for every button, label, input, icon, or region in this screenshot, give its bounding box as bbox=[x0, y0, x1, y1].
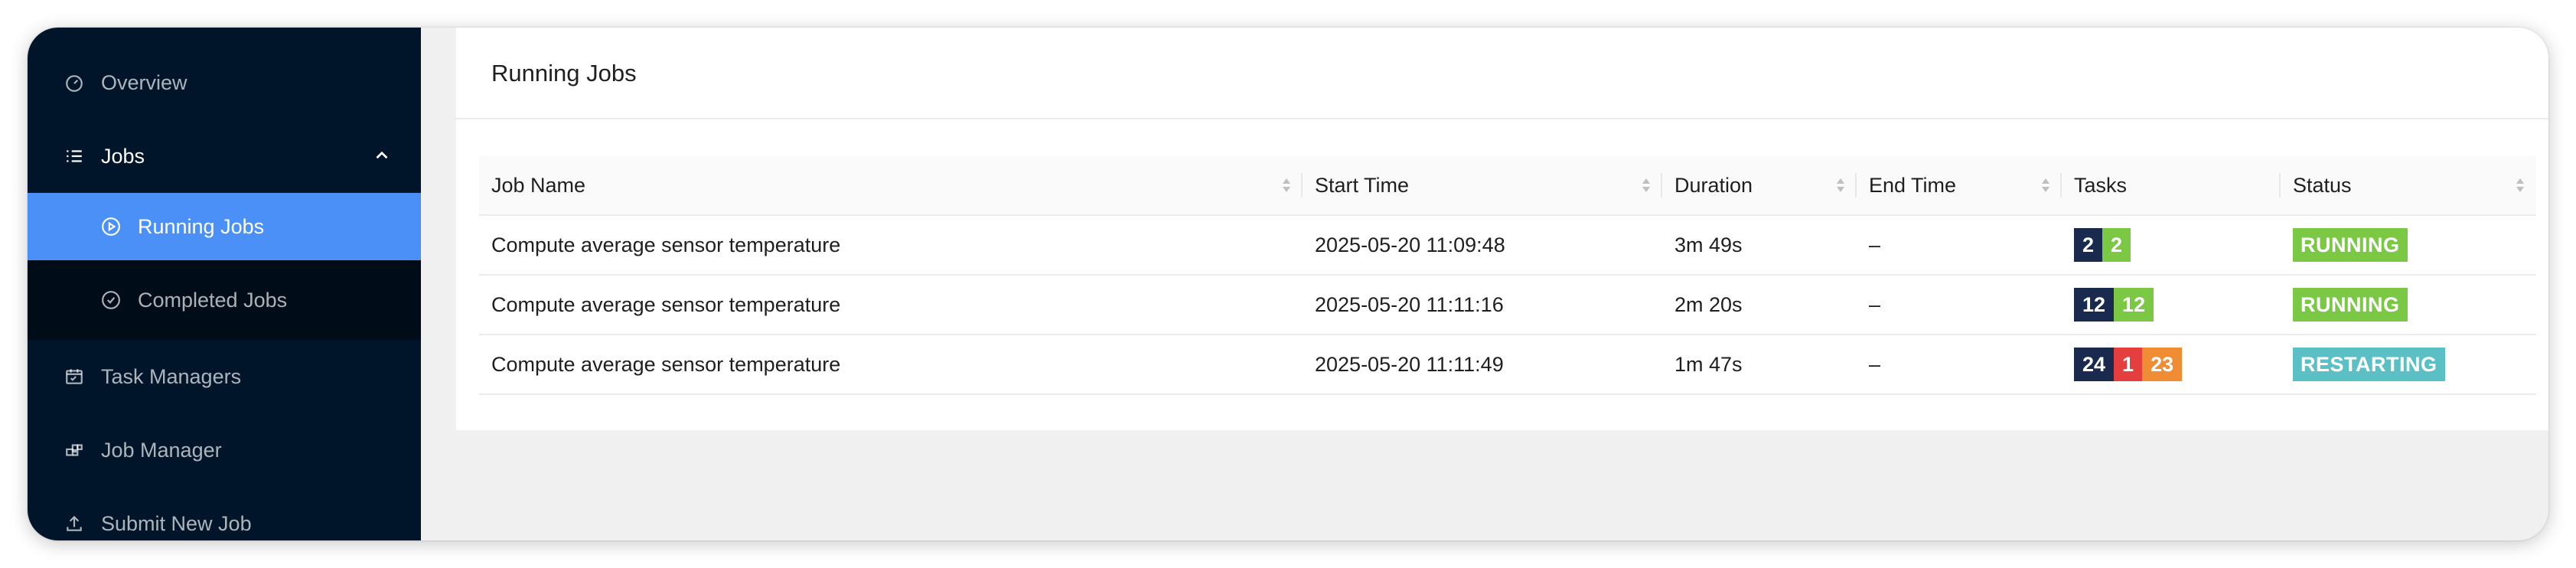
running-jobs-card: Running Jobs Job Name Start Time Duratio… bbox=[456, 28, 2548, 430]
cluster-icon bbox=[63, 439, 86, 462]
column-header-start-time[interactable]: Start Time bbox=[1303, 156, 1662, 216]
sidebar-item-label: Job Manager bbox=[101, 438, 222, 462]
task-count-badge: 12 bbox=[2114, 288, 2154, 322]
table-header-row: Job Name Start Time Duration End Time Ta… bbox=[479, 156, 2536, 216]
tasks-cell: 24 1 23 bbox=[2062, 335, 2281, 395]
sidebar-item-submit-new-job[interactable]: Submit New Job bbox=[28, 487, 421, 540]
end-time-cell: – bbox=[1857, 215, 2062, 276]
divider bbox=[456, 118, 2548, 119]
table-row[interactable]: Compute average sensor temperature 2025-… bbox=[479, 275, 2536, 335]
column-header-tasks: Tasks bbox=[2062, 156, 2281, 216]
schedule-icon bbox=[63, 365, 86, 388]
main-content: Running Jobs Job Name Start Time Duratio… bbox=[421, 28, 2548, 540]
sidebar-item-label: Task Managers bbox=[101, 364, 242, 388]
table-row[interactable]: Compute average sensor temperature 2025-… bbox=[479, 215, 2536, 276]
check-circle-icon bbox=[99, 289, 122, 312]
status-cell: RUNNING bbox=[2281, 215, 2536, 276]
tasks-cell: 2 2 bbox=[2062, 215, 2281, 276]
sidebar-item-label: Overview bbox=[101, 70, 187, 94]
job-name-cell: Compute average sensor temperature bbox=[479, 275, 1303, 335]
column-header-end-time[interactable]: End Time bbox=[1857, 156, 2062, 216]
list-icon bbox=[63, 145, 86, 168]
chevron-up-icon[interactable] bbox=[372, 145, 392, 165]
sort-icon[interactable] bbox=[1835, 176, 1846, 194]
sidebar-item-label: Jobs bbox=[101, 144, 145, 168]
sidebar-item-label: Submit New Job bbox=[101, 511, 252, 535]
dashboard-icon bbox=[63, 71, 86, 94]
status-badge: RUNNING bbox=[2293, 288, 2408, 322]
sort-icon[interactable] bbox=[1281, 176, 1292, 194]
play-circle-icon bbox=[99, 215, 122, 238]
sidebar-item-job-manager[interactable]: Job Manager bbox=[28, 413, 421, 487]
task-count-badge: 24 bbox=[2074, 348, 2115, 381]
column-header-job-name[interactable]: Job Name bbox=[479, 156, 1303, 216]
duration-cell: 1m 47s bbox=[1662, 335, 1857, 395]
page-title: Running Jobs bbox=[491, 60, 637, 87]
start-time-cell: 2025-05-20 11:09:48 bbox=[1303, 215, 1662, 276]
start-time-cell: 2025-05-20 11:11:49 bbox=[1303, 335, 1662, 395]
task-count-badge: 2 bbox=[2074, 228, 2103, 262]
tasks-cell: 12 12 bbox=[2062, 275, 2281, 335]
jobs-table: Job Name Start Time Duration End Time Ta… bbox=[479, 156, 2536, 395]
task-count-badge: 2 bbox=[2102, 228, 2131, 262]
task-badges: 24 1 23 bbox=[2074, 348, 2183, 381]
sidebar-item-completed-jobs[interactable]: Completed Jobs bbox=[28, 260, 421, 340]
job-name-cell: Compute average sensor temperature bbox=[479, 335, 1303, 395]
sort-icon[interactable] bbox=[2040, 176, 2051, 194]
task-count-badge: 12 bbox=[2074, 288, 2115, 322]
column-header-status[interactable]: Status bbox=[2281, 156, 2536, 216]
app-window: Overview Jobs Running Jobs Completed Job… bbox=[28, 28, 2548, 540]
task-badges: 12 12 bbox=[2074, 288, 2154, 322]
sort-icon[interactable] bbox=[2515, 176, 2525, 194]
start-time-cell: 2025-05-20 11:11:16 bbox=[1303, 275, 1662, 335]
end-time-cell: – bbox=[1857, 275, 2062, 335]
column-header-duration[interactable]: Duration bbox=[1662, 156, 1857, 216]
table-row[interactable]: Compute average sensor temperature 2025-… bbox=[479, 335, 2536, 395]
duration-cell: 3m 49s bbox=[1662, 215, 1857, 276]
task-badges: 2 2 bbox=[2074, 228, 2131, 262]
status-badge: RESTARTING bbox=[2293, 348, 2445, 381]
task-count-badge: 1 bbox=[2114, 348, 2143, 381]
upload-icon bbox=[63, 512, 86, 535]
task-count-badge: 23 bbox=[2142, 348, 2183, 381]
job-name-cell: Compute average sensor temperature bbox=[479, 215, 1303, 276]
duration-cell: 2m 20s bbox=[1662, 275, 1857, 335]
status-badge: RUNNING bbox=[2293, 228, 2408, 262]
sidebar-item-label: Running Jobs bbox=[138, 214, 265, 238]
sidebar-item-jobs[interactable]: Jobs bbox=[28, 119, 421, 193]
end-time-cell: – bbox=[1857, 335, 2062, 395]
status-cell: RUNNING bbox=[2281, 275, 2536, 335]
sidebar-item-overview[interactable]: Overview bbox=[28, 46, 421, 119]
sort-icon[interactable] bbox=[1641, 176, 1652, 194]
sidebar-item-label: Completed Jobs bbox=[138, 288, 288, 312]
status-cell: RESTARTING bbox=[2281, 335, 2536, 395]
sidebar-item-task-managers[interactable]: Task Managers bbox=[28, 340, 421, 413]
sidebar-item-running-jobs[interactable]: Running Jobs bbox=[28, 193, 421, 260]
sidebar: Overview Jobs Running Jobs Completed Job… bbox=[28, 28, 421, 540]
